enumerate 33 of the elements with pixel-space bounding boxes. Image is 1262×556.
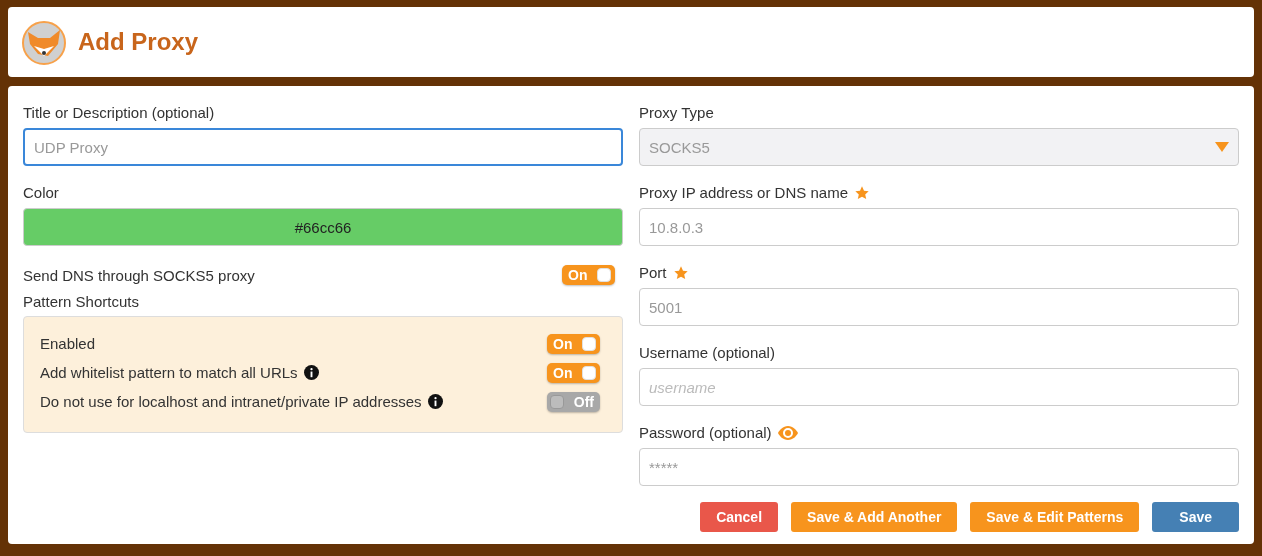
text-field[interactable]: UDP Proxy xyxy=(23,128,623,166)
save-button[interactable]: Save & Add Another xyxy=(791,502,958,532)
toggle-switch[interactable]: Off xyxy=(547,391,600,412)
select-value: SOCKS5 xyxy=(649,138,710,156)
text-field[interactable]: 5001 xyxy=(639,288,1239,326)
field-label: Proxy IP address or DNS name xyxy=(639,184,848,201)
toggle-label: Send DNS through SOCKS5 proxy xyxy=(23,266,255,284)
info-icon[interactable] xyxy=(303,365,319,380)
field-label: Password (optional) xyxy=(639,424,772,441)
text-field[interactable]: ***** xyxy=(639,448,1239,486)
field-label: Color xyxy=(23,184,59,201)
field-label: Proxy Type xyxy=(639,104,714,121)
select-field[interactable]: SOCKS5 xyxy=(639,128,1239,166)
page-title: Add Proxy xyxy=(78,28,199,56)
fox-logo-icon xyxy=(20,18,68,66)
info-icon[interactable] xyxy=(427,394,443,409)
save-button[interactable]: Save & Edit Patterns xyxy=(970,502,1140,532)
toggle-switch[interactable]: On xyxy=(547,362,600,383)
field-label: Title or Description (optional) xyxy=(23,104,215,121)
color-picker-field[interactable]: #66cc66 xyxy=(23,208,623,246)
save-button[interactable]: Save xyxy=(1152,502,1239,532)
toggle-label: Enabled xyxy=(40,335,96,352)
text-field[interactable]: username xyxy=(639,368,1239,406)
toggle-label: Do not use for localhost and intranet/private IP addresses xyxy=(40,393,422,410)
toggle-switch[interactable]: On xyxy=(547,333,600,354)
section-label: Pattern Shortcuts xyxy=(23,292,139,310)
cancel-button[interactable]: Cancel xyxy=(700,502,779,532)
text-field[interactable]: 10.8.0.3 xyxy=(639,208,1239,246)
toggle-switch[interactable]: On xyxy=(562,265,615,285)
field-label: Port xyxy=(639,264,667,281)
toggle-label: Add whitelist pattern to match all URLs xyxy=(40,364,298,381)
field-label: Username (optional) xyxy=(639,344,775,361)
dropdown-caret-icon xyxy=(1215,142,1229,152)
